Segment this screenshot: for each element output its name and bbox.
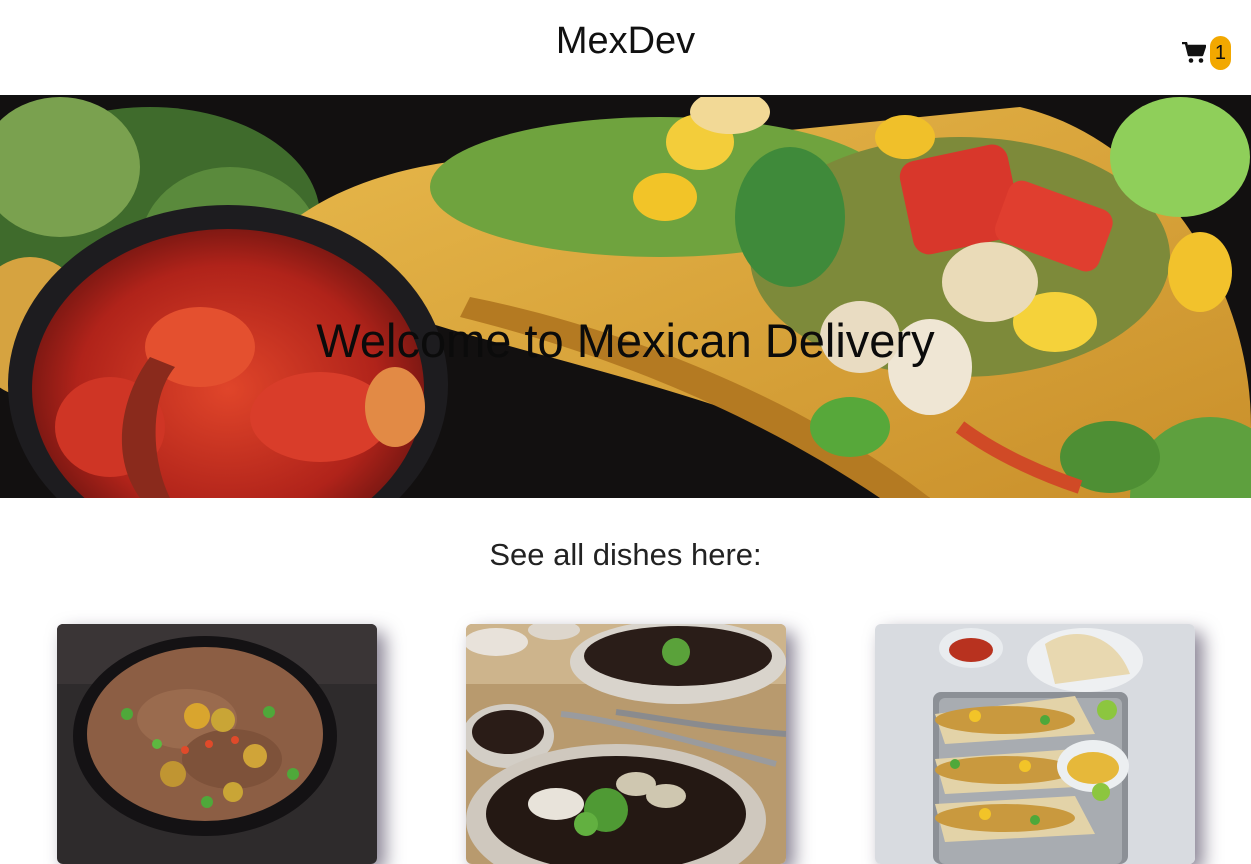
site-header: MexDev 1 [0,0,1251,97]
black-bean-soup-dish-photo[interactable] [466,624,786,864]
shopping-cart-icon[interactable] [1181,42,1206,64]
fish-tacos-dish-photo[interactable] [875,624,1195,864]
cart-count-badge: 1 [1209,36,1231,70]
dish-card[interactable] [875,624,1195,864]
brand-title[interactable]: MexDev [0,20,1251,63]
refried-beans-dish-photo[interactable] [57,624,377,864]
dish-card[interactable] [466,624,786,864]
taco-with-salsa-photo [0,97,1251,498]
dishes-section-title: See all dishes here: [489,537,762,572]
cart-button[interactable]: 1 [1181,36,1231,70]
hero-banner: Welcome to Mexican Delivery [0,97,1251,498]
hero-title: Welcome to Mexican Delivery [316,314,935,367]
dish-card[interactable] [57,624,377,864]
